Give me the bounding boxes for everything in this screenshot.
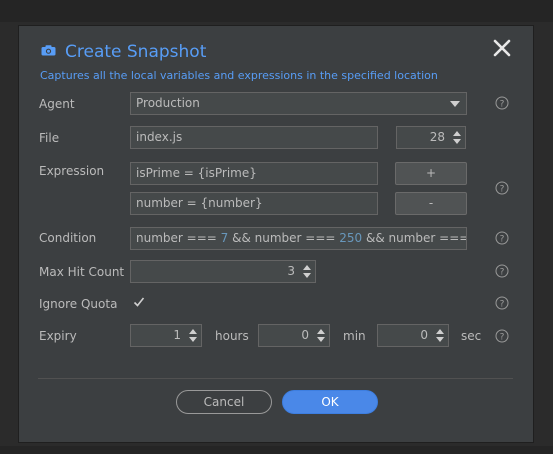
- svg-text:?: ?: [500, 300, 505, 310]
- dialog-title: Create Snapshot: [65, 42, 207, 62]
- condition-number: 250: [339, 231, 363, 245]
- sec-label: sec: [461, 329, 482, 343]
- expression-label: Expression: [39, 164, 105, 178]
- spinner-arrows-icon[interactable]: [435, 328, 445, 343]
- ok-button[interactable]: OK: [282, 390, 378, 414]
- help-icon[interactable]: ?: [495, 181, 509, 195]
- expiry-min-stepper[interactable]: 0: [258, 324, 330, 347]
- expiry-sec-stepper[interactable]: 0: [377, 324, 449, 347]
- max-hit-count-label: Max Hit Count: [39, 265, 125, 279]
- svg-text:?: ?: [500, 185, 505, 195]
- spinner-arrows-icon[interactable]: [188, 328, 198, 343]
- expiry-sec-value: 0: [420, 328, 428, 342]
- max-hit-count-value: 3: [287, 264, 295, 278]
- condition-code: number ===: [136, 231, 221, 245]
- close-icon[interactable]: [493, 39, 511, 57]
- spinner-arrows-icon[interactable]: [302, 264, 312, 279]
- help-icon[interactable]: ?: [495, 329, 509, 343]
- footer-divider: [38, 378, 513, 379]
- help-icon[interactable]: ?: [495, 296, 509, 310]
- chevron-down-icon: [450, 101, 460, 107]
- spinner-arrows-icon[interactable]: [452, 130, 462, 145]
- help-icon[interactable]: ?: [495, 96, 509, 110]
- svg-text:?: ?: [500, 268, 505, 278]
- svg-text:?: ?: [500, 100, 505, 110]
- camera-icon: [41, 45, 56, 56]
- background-window-strip: [0, 0, 553, 22]
- min-label: min: [343, 329, 366, 343]
- expiry-hours-value: 1: [173, 328, 181, 342]
- line-value: 28: [429, 130, 445, 144]
- add-expression-button[interactable]: +: [395, 162, 467, 185]
- expiry-label: Expiry: [39, 329, 77, 343]
- expiry-min-value: 0: [301, 328, 309, 342]
- expression-input-1[interactable]: isPrime = {isPrime}: [130, 162, 378, 185]
- dialog-subtitle: Captures all the local variables and exp…: [40, 69, 438, 82]
- condition-label: Condition: [39, 231, 97, 245]
- cancel-button[interactable]: Cancel: [176, 390, 272, 414]
- condition-code: && number ===: [362, 231, 467, 245]
- agent-value: Production: [136, 96, 200, 110]
- background-window-bottom: [0, 446, 553, 454]
- file-input[interactable]: index.js: [130, 126, 378, 149]
- create-snapshot-dialog: Create Snapshot Captures all the local v…: [18, 25, 534, 443]
- condition-input[interactable]: number === 7 && number === 250 && number…: [130, 227, 467, 250]
- help-icon[interactable]: ?: [495, 231, 509, 245]
- expiry-hours-stepper[interactable]: 1: [130, 324, 202, 347]
- ignore-quota-label: Ignore Quota: [39, 297, 118, 311]
- line-stepper[interactable]: 28: [396, 126, 466, 149]
- svg-text:?: ?: [500, 333, 505, 343]
- help-icon[interactable]: ?: [495, 264, 509, 278]
- hours-label: hours: [215, 329, 249, 343]
- condition-code: && number ===: [228, 231, 340, 245]
- spinner-arrows-icon[interactable]: [316, 328, 326, 343]
- agent-select[interactable]: Production: [130, 92, 467, 115]
- svg-text:?: ?: [500, 235, 505, 245]
- expression-input-2[interactable]: number = {number}: [130, 192, 378, 215]
- max-hit-count-stepper[interactable]: 3: [130, 260, 316, 283]
- ignore-quota-checkbox[interactable]: [133, 296, 145, 308]
- remove-expression-button[interactable]: -: [395, 192, 467, 215]
- file-label: File: [39, 131, 60, 145]
- agent-label: Agent: [39, 97, 75, 111]
